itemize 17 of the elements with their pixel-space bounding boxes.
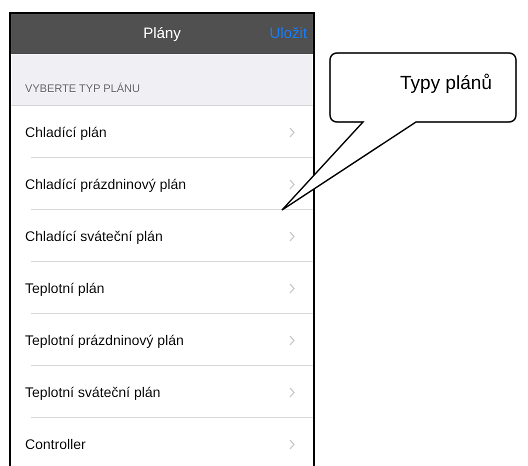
list-item[interactable]: Teplotní prázdninový plán	[11, 314, 313, 366]
chevron-icon	[289, 282, 295, 294]
list-item[interactable]: Teplotní sváteční plán	[11, 366, 313, 418]
list-item[interactable]: Teplotní plán	[11, 262, 313, 314]
list-item[interactable]: Controller	[11, 418, 313, 466]
chevron-icon	[289, 230, 295, 242]
callout-text: Typy plánů	[400, 72, 492, 96]
list-item[interactable]: Chladící sváteční plán	[11, 210, 313, 262]
section-header: VYBERTE TYP PLÁNU	[25, 82, 140, 96]
screen-title: Plány	[143, 24, 181, 44]
list-item[interactable]: Chladící prázdninový plán	[11, 158, 313, 210]
list-item[interactable]: Chladící plán	[11, 106, 313, 158]
chevron-icon	[289, 334, 295, 346]
chevron-icon	[289, 438, 295, 450]
chevron-icon	[289, 126, 295, 138]
chevron-icon	[289, 386, 295, 398]
chevron-icon	[289, 178, 295, 190]
